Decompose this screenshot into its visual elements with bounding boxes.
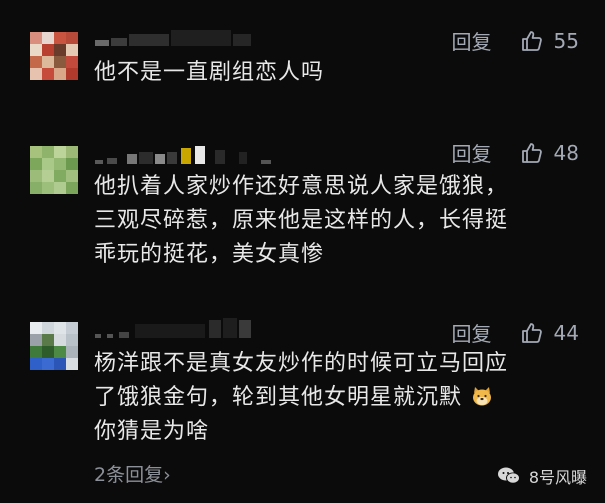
like-button[interactable]: 55	[520, 29, 579, 53]
comment-text-line: 他扒着人家炒作还好意思说人家是饿狼，	[94, 174, 509, 199]
view-replies-link[interactable]: 2条回复›	[94, 460, 171, 487]
doge-emoji-icon	[473, 387, 492, 406]
watermark: 8号风曝	[497, 464, 587, 488]
like-button[interactable]: 44	[520, 321, 579, 345]
comment-actions: 回复 55	[452, 26, 579, 55]
comment-actions: 回复 44	[452, 318, 579, 347]
wechat-icon	[497, 467, 520, 484]
like-count: 55	[553, 28, 579, 53]
comment-text: 他不是一直剧组恋人吗	[94, 56, 324, 90]
like-count: 48	[553, 140, 579, 165]
comment-text-line: 乖玩的挺花，美女真惨	[94, 242, 325, 267]
comment-text-line: 了饿狼金句，轮到其他女明星就沉默	[94, 381, 508, 415]
comment-text: 杨洋跟不是真女友炒作的时候可立马回应 了饿狼金句，轮到其他女明星就沉默 你猜是为…	[94, 347, 508, 449]
username-redacted[interactable]	[95, 318, 251, 338]
comment-actions: 回复 48	[452, 138, 579, 167]
comment-text: 他扒着人家炒作还好意思说人家是饿狼， 三观尽碎惹，原来他是这样的人，长得挺 乖玩…	[94, 170, 508, 272]
thumbs-up-icon	[521, 142, 542, 163]
username-redacted[interactable]	[95, 26, 251, 46]
comment-text-segment: 了饿狼金句，轮到其他女明星就沉默	[94, 385, 463, 410]
comment-text-line: 杨洋跟不是真女友炒作的时候可立马回应	[94, 351, 509, 376]
thumbs-up-icon	[521, 30, 542, 51]
like-count: 44	[553, 320, 579, 345]
avatar[interactable]	[30, 32, 78, 80]
chevron-right-icon: ›	[163, 464, 171, 486]
avatar[interactable]	[30, 146, 78, 194]
username-redacted[interactable]	[95, 144, 271, 164]
view-replies-label: 2条回复	[94, 464, 164, 486]
watermark-label: 8号风曝	[528, 468, 587, 487]
thumbs-up-icon	[521, 322, 542, 343]
like-button[interactable]: 48	[520, 141, 579, 165]
reply-button[interactable]: 回复	[452, 138, 492, 167]
comment-text-line: 他不是一直剧组恋人吗	[94, 60, 325, 85]
avatar[interactable]	[30, 322, 78, 370]
reply-button[interactable]: 回复	[452, 26, 492, 55]
reply-button[interactable]: 回复	[452, 318, 492, 347]
comment-text-line: 你猜是为啥	[94, 419, 210, 444]
comment-text-line: 三观尽碎惹，原来他是这样的人，长得挺	[94, 208, 509, 233]
